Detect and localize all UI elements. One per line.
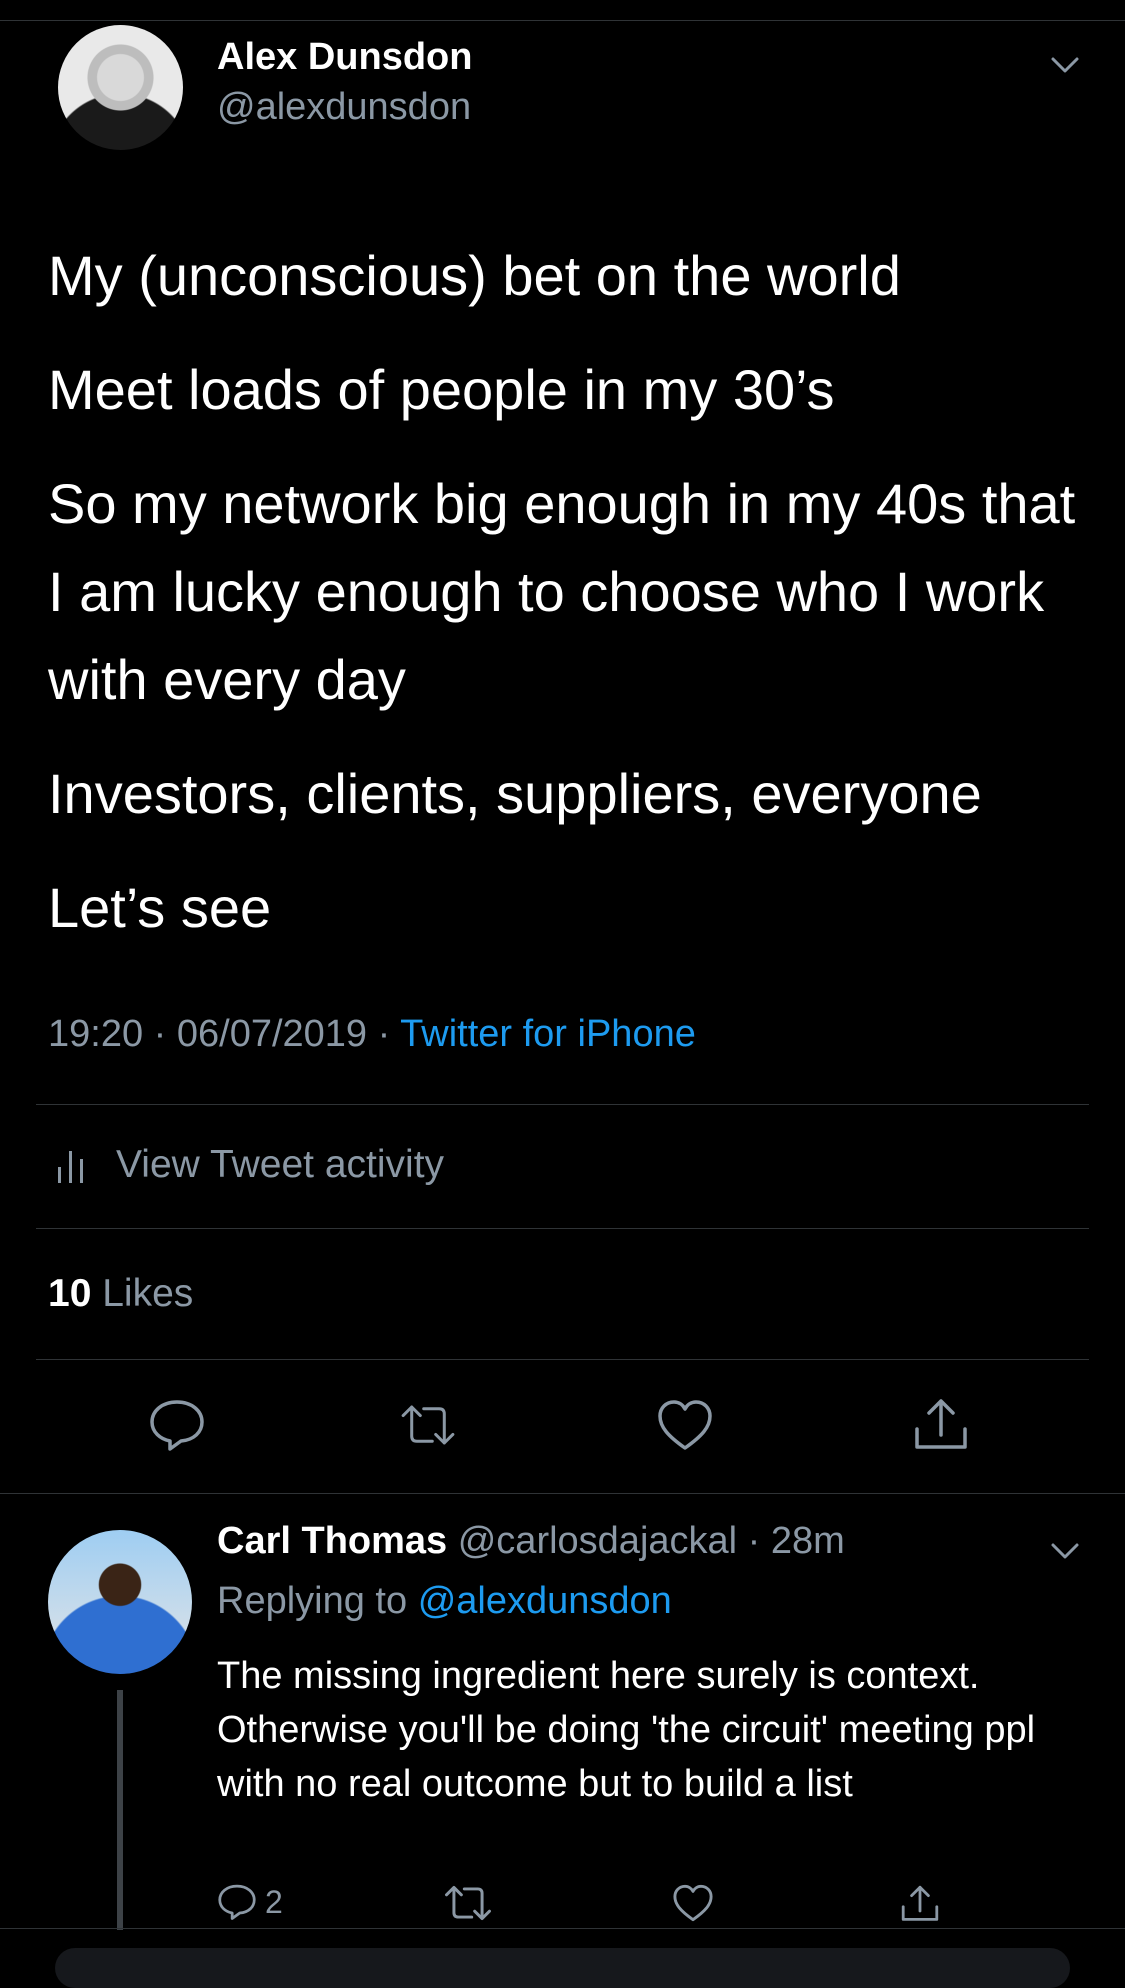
meta-dot: ·: [747, 1520, 761, 1562]
reply-actions: 2: [217, 1883, 997, 1933]
tweet-paragraph: Meet loads of people in my 30’s: [48, 358, 835, 421]
divider: [36, 1228, 1089, 1229]
retweet-icon[interactable]: [442, 1883, 494, 1923]
tweet-time: 19:20: [48, 1013, 144, 1055]
chevron-down-icon[interactable]: [1050, 50, 1080, 80]
reply-count: 2: [265, 1883, 283, 1920]
reply-text: The missing ingredient here surely is co…: [217, 1655, 1036, 1805]
likes-label: Likes: [102, 1272, 194, 1315]
bar-chart-icon: [58, 1151, 83, 1183]
share-icon[interactable]: [899, 1883, 941, 1925]
likes-count-link[interactable]: 10 Likes: [48, 1272, 193, 1316]
chevron-down-icon[interactable]: [1050, 1536, 1080, 1566]
divider: [36, 1359, 1089, 1360]
reply-author-handle[interactable]: @carlosdajackal: [458, 1520, 737, 1562]
tweet-paragraph: Let’s see: [48, 876, 272, 939]
tweet-paragraph: My (unconscious) bet on the world: [48, 244, 901, 307]
bottom-divider: [0, 1928, 1125, 1929]
view-tweet-activity-button[interactable]: View Tweet activity: [56, 1140, 444, 1190]
tweet-meta: 19:20 · 06/07/2019 · Twitter for iPhone: [48, 1013, 696, 1056]
home-indicator: [55, 1948, 1070, 1988]
top-divider: [0, 20, 1125, 21]
divider: [0, 1493, 1125, 1494]
tweet-date: 06/07/2019: [176, 1013, 368, 1055]
activity-label: View Tweet activity: [116, 1143, 445, 1186]
heart-icon[interactable]: [672, 1883, 714, 1923]
share-icon[interactable]: [911, 1395, 971, 1455]
tweet-paragraph: Investors, clients, suppliers, everyone: [48, 762, 982, 825]
replying-to: Replying to @alexdunsdon: [217, 1580, 672, 1623]
reply-icon[interactable]: [147, 1395, 207, 1455]
reply-author-avatar[interactable]: [48, 1530, 192, 1674]
tweet-text: My (unconscious) bet on the world Meet l…: [48, 232, 1088, 978]
heart-icon[interactable]: [655, 1395, 715, 1455]
reply-icon[interactable]: 2: [217, 1883, 283, 1921]
thread-line: [117, 1690, 123, 1930]
reply-header: Carl Thomas @carlosdajackal · 28m: [217, 1520, 845, 1563]
divider: [36, 1104, 1089, 1105]
likes-count: 10: [48, 1272, 92, 1315]
reply-age: 28m: [770, 1520, 845, 1562]
tweet-paragraph: So my network big enough in my 40s that …: [48, 472, 1076, 711]
meta-dot: ·: [153, 1013, 177, 1055]
meta-dot: ·: [377, 1013, 401, 1055]
replying-to-mention[interactable]: @alexdunsdon: [418, 1580, 672, 1622]
replying-prefix: Replying to: [217, 1580, 408, 1622]
reply-author-name[interactable]: Carl Thomas: [217, 1520, 447, 1562]
author-handle[interactable]: @alexdunsdon: [217, 86, 471, 129]
author-avatar[interactable]: [58, 25, 183, 150]
author-name[interactable]: Alex Dunsdon: [217, 36, 472, 79]
retweet-icon[interactable]: [398, 1395, 458, 1455]
tweet-source-link[interactable]: Twitter for iPhone: [400, 1013, 696, 1055]
tweet-actions: [0, 1395, 1125, 1465]
